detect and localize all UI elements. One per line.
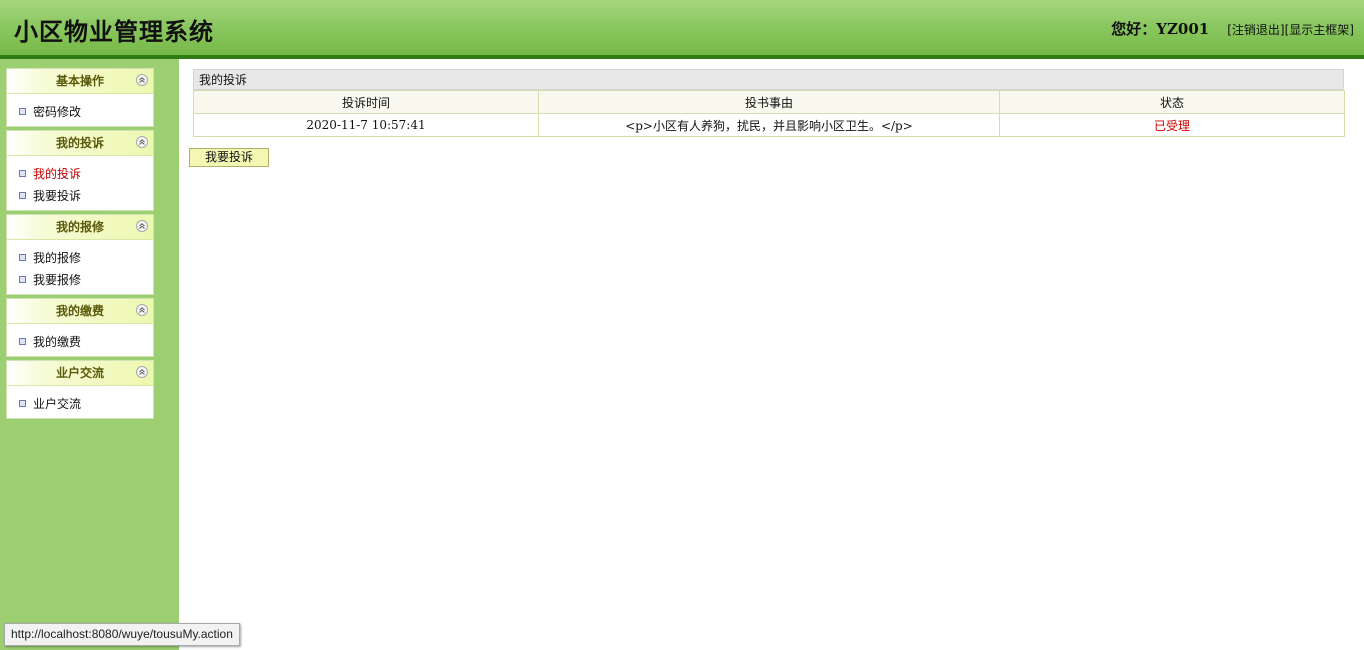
bullet-icon	[19, 253, 26, 261]
sidebar-item-label: 业户交流	[33, 396, 82, 411]
sidebar-item-label: 密码修改	[33, 104, 82, 119]
sidebar-panel-title: 我的投诉	[55, 136, 104, 150]
status-badge: 已受理	[999, 113, 1345, 137]
sidebar-item-label: 我的投诉	[33, 166, 82, 181]
bullet-icon	[19, 107, 26, 115]
sidebar-item-owner-exchange[interactable]: 业户交流	[7, 392, 153, 414]
sidebar-panel-basic: 基本操作 密码修改	[6, 68, 154, 127]
sidebar-item-my-repairs[interactable]: 我的报修	[7, 246, 153, 268]
table-row: 2020-11-7 10:57:41 <p>小区有人养狗，扰民，并且影响小区卫生…	[193, 113, 1345, 137]
sidebar-item-my-payments[interactable]: 我的缴费	[7, 330, 153, 352]
bullet-icon	[19, 337, 26, 345]
show-main-frame-link[interactable]: [显示主框架]	[1285, 21, 1354, 38]
sidebar-item-password-change[interactable]: 密码修改	[7, 100, 153, 122]
bullet-icon	[19, 399, 26, 407]
sidebar-panel-title: 我的报修	[55, 220, 104, 234]
complaint-time: 2020-11-7 10:57:41	[193, 113, 539, 137]
collapse-up-icon[interactable]	[136, 366, 148, 378]
sidebar: 基本操作 密码修改 我的投诉 我的投诉 我要投诉 我的报修 我的报修 我要报修 …	[0, 59, 179, 650]
column-header-time: 投诉时间	[193, 90, 539, 114]
bullet-icon	[19, 191, 26, 199]
sidebar-panel-title: 基本操作	[55, 74, 104, 88]
sidebar-panel-owner-exchange: 业户交流 业户交流	[6, 360, 154, 419]
new-complaint-button[interactable]: 我要投诉	[189, 148, 269, 167]
logout-link[interactable]: [注销退出]	[1227, 21, 1284, 38]
sidebar-panel-header[interactable]: 我的报修	[7, 215, 153, 240]
bullet-icon	[19, 275, 26, 283]
sidebar-item-new-complaint[interactable]: 我要投诉	[7, 184, 153, 206]
list-title: 我的投诉	[193, 69, 1344, 90]
collapse-up-icon[interactable]	[136, 74, 148, 86]
sidebar-item-new-repair[interactable]: 我要报修	[7, 268, 153, 290]
collapse-up-icon[interactable]	[136, 136, 148, 148]
header-user-area: 您好：YZ001 [注销退出] [显示主框架]	[1111, 18, 1354, 39]
sidebar-panel-header[interactable]: 基本操作	[7, 69, 153, 94]
column-header-status: 状态	[999, 90, 1345, 114]
sidebar-panel-header[interactable]: 业户交流	[7, 361, 153, 386]
sidebar-item-label: 我要报修	[33, 272, 82, 287]
sidebar-item-label: 我要投诉	[33, 188, 82, 203]
sidebar-panel-repairs: 我的报修 我的报修 我要报修	[6, 214, 154, 295]
sidebar-panel-payments: 我的缴费 我的缴费	[6, 298, 154, 357]
sidebar-item-label: 我的缴费	[33, 334, 82, 349]
sidebar-panel-header[interactable]: 我的投诉	[7, 131, 153, 156]
sidebar-panel-title: 业户交流	[55, 366, 104, 380]
column-header-reason: 投书事由	[538, 90, 1000, 114]
status-bar-url: http://localhost:8080/wuye/tousuMy.actio…	[4, 623, 240, 646]
sidebar-item-label: 我的报修	[33, 250, 82, 265]
main-content: 我的投诉 投诉时间 投书事由 状态 2020-11-7 10:57:41 <p>…	[179, 59, 1364, 650]
collapse-up-icon[interactable]	[136, 220, 148, 232]
app-title: 小区物业管理系统	[14, 17, 214, 46]
bullet-icon	[19, 169, 26, 177]
user-greeting: 您好：YZ001	[1111, 20, 1210, 38]
complaints-table: 投诉时间 投书事由 状态 2020-11-7 10:57:41 <p>小区有人养…	[193, 90, 1345, 137]
collapse-up-icon[interactable]	[136, 304, 148, 316]
sidebar-panel-complaints: 我的投诉 我的投诉 我要投诉	[6, 130, 154, 211]
sidebar-panel-title: 我的缴费	[55, 304, 104, 318]
table-header-row: 投诉时间 投书事由 状态	[193, 90, 1345, 114]
app-header: 小区物业管理系统 您好：YZ001 [注销退出] [显示主框架]	[0, 0, 1364, 55]
sidebar-panel-header[interactable]: 我的缴费	[7, 299, 153, 324]
sidebar-item-my-complaints[interactable]: 我的投诉	[7, 162, 153, 184]
complaint-reason: <p>小区有人养狗，扰民，并且影响小区卫生。</p>	[538, 113, 1000, 137]
